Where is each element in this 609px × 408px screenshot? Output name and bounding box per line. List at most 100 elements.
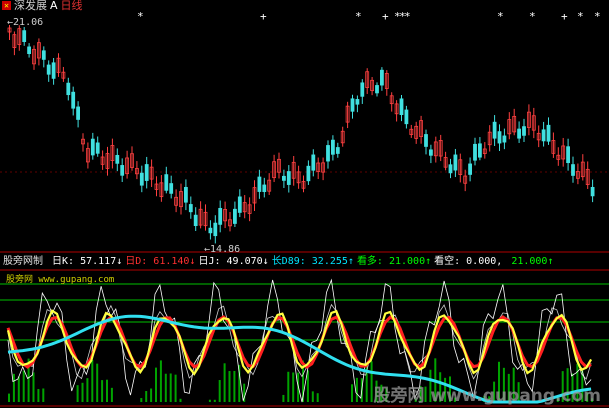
candle-body <box>492 121 497 139</box>
histogram-bar <box>228 371 231 402</box>
candle-body <box>188 204 193 213</box>
candle-body <box>424 134 428 147</box>
signal-star-marker: * <box>529 10 536 23</box>
histogram-bar <box>155 367 157 402</box>
candle-body <box>120 165 125 176</box>
signal-plus-marker: + <box>260 10 267 23</box>
histogram-bar <box>86 378 89 402</box>
histogram-bar <box>223 363 226 402</box>
candle-body <box>517 128 521 139</box>
signal-plus-marker: + <box>561 10 568 23</box>
indicator-item: 日D: 61.140↓ <box>125 256 196 267</box>
candle-body <box>546 124 551 142</box>
candle-body <box>375 85 379 94</box>
histogram-bar <box>306 370 309 402</box>
candle-body <box>27 46 32 55</box>
high-price-value: 21.06 <box>13 17 44 28</box>
histogram-bar <box>316 393 319 402</box>
histogram-bar <box>8 393 10 402</box>
candle-body <box>502 135 507 143</box>
candle-body <box>90 138 95 156</box>
site-label: 股旁网 www.gupang.com <box>6 275 115 285</box>
candle-body <box>326 145 330 162</box>
candle-body <box>183 186 188 203</box>
candle-body <box>566 146 570 164</box>
histogram-bar <box>145 391 148 402</box>
candle-body <box>473 143 477 161</box>
histogram-bar <box>169 373 172 402</box>
histogram-bar <box>208 399 211 402</box>
histogram-bar <box>355 377 358 402</box>
histogram-bar <box>174 374 177 402</box>
low-price-label: ←14.86 <box>204 244 241 255</box>
histogram-bar <box>213 399 216 402</box>
high-price-label: ←21.06 <box>7 17 44 28</box>
title-bar: 深发展 A 日线 <box>14 0 83 12</box>
signal-star-marker: * <box>137 10 144 23</box>
low-price-value: 14.86 <box>210 244 241 255</box>
candle-body <box>144 164 149 181</box>
app-icon: ✕ <box>2 1 11 10</box>
candle-body <box>237 196 242 213</box>
candle-body <box>468 163 473 175</box>
histogram-bar <box>179 398 182 402</box>
candle-body <box>193 214 198 227</box>
market-flag: A <box>50 0 58 12</box>
candle-body <box>360 82 365 97</box>
stock-name: 深发展 <box>14 0 47 12</box>
chart-canvas[interactable] <box>0 0 609 408</box>
candle-body <box>218 207 223 225</box>
indicator-header: 股旁网制 日K: 57.117↓ 日D: 61.140↓ 日J: 49.070↓ 长D… <box>3 256 553 268</box>
candle-body <box>590 186 595 197</box>
candle-body <box>213 222 218 237</box>
indicator-values: 日K: 57.117↓ 日D: 61.140↓ 日J: 49.070↓ 长D89: 3… <box>49 256 553 267</box>
period-label[interactable]: 日线 <box>61 0 83 12</box>
signal-star-marker: * <box>355 10 362 23</box>
histogram-bar <box>42 388 45 402</box>
candle-body <box>306 165 311 182</box>
histogram-bar <box>91 359 94 402</box>
histogram-bar <box>282 394 285 402</box>
chart-stage[interactable]: ✕ 深发展 A 日线 ←21.06 ←14.86 * + * + * * * * * + * * 股旁网制… <box>0 0 609 408</box>
indicator-item: 长D89: 32.255↑ <box>271 256 354 267</box>
histogram-bar <box>233 370 236 402</box>
signal-star-marker: * <box>404 10 411 23</box>
candle-body <box>350 98 355 112</box>
indicator-item: 看空: 0.000, <box>434 256 503 267</box>
candle-body <box>22 30 27 42</box>
candle-body <box>379 69 384 86</box>
histogram-bar <box>292 372 295 402</box>
candle-body <box>115 154 120 164</box>
candle-body <box>257 176 262 192</box>
candle-body <box>281 175 286 181</box>
indicator-item: 日K: 57.117↓ <box>52 256 123 267</box>
candle-body <box>571 164 575 176</box>
candle-body <box>399 98 404 115</box>
candle-body <box>477 143 482 158</box>
candle-body <box>164 174 169 191</box>
histogram-bar <box>218 380 221 402</box>
candle-body <box>355 99 360 105</box>
indicator-item: 日J: 49.070↓ <box>198 256 269 267</box>
histogram-bar <box>22 370 25 402</box>
candle-body <box>232 208 237 224</box>
histogram-bar <box>140 398 143 402</box>
histogram-bar <box>311 391 314 402</box>
histogram-bar <box>37 388 40 402</box>
candle-body <box>404 109 409 125</box>
histogram-bar <box>150 388 153 402</box>
histogram-bar <box>164 373 167 402</box>
candle-body <box>208 227 213 234</box>
watermark: 股旁网 www.gupang.com <box>373 386 601 406</box>
indicator-name: 股旁网制 <box>3 256 43 267</box>
histogram-bar <box>110 387 113 402</box>
histogram-bar <box>17 376 20 402</box>
candle-body <box>41 50 46 60</box>
candle-body <box>66 82 71 96</box>
candle-body <box>541 129 546 142</box>
histogram-bar <box>81 382 84 402</box>
candle-body <box>262 184 267 193</box>
histogram-bar <box>159 360 162 402</box>
indicator-item: 21.000↑ <box>505 256 554 267</box>
signal-star-marker: * <box>594 10 601 23</box>
